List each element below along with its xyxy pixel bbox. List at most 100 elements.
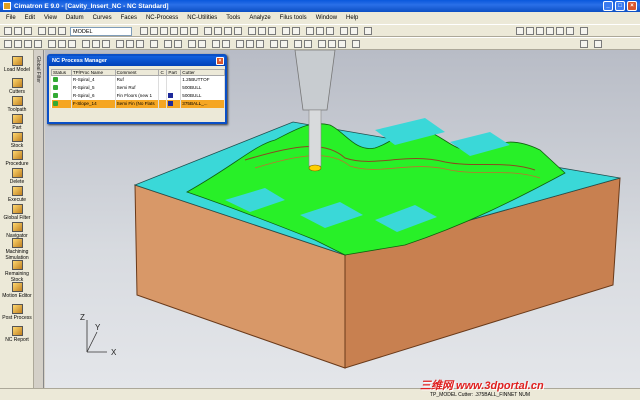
layer-icon[interactable] [38, 27, 46, 35]
toolpath-sim-icon[interactable] [212, 40, 220, 48]
menu-faces[interactable]: Faces [121, 15, 137, 21]
filter-icon[interactable] [150, 27, 158, 35]
tool-load-model[interactable]: Load Model [0, 56, 34, 73]
model-combo[interactable]: MODEL [70, 27, 132, 36]
shade-icon[interactable] [248, 27, 256, 35]
grid-icon[interactable] [546, 27, 554, 35]
offset-icon[interactable] [68, 40, 76, 48]
maximize-button[interactable]: □ [615, 1, 625, 11]
cursor-icon[interactable] [526, 27, 534, 35]
color-icon[interactable] [48, 27, 56, 35]
undo-icon[interactable] [340, 27, 348, 35]
surface-icon[interactable] [58, 40, 66, 48]
pick-icon[interactable] [160, 27, 168, 35]
view-right-icon[interactable] [234, 27, 242, 35]
view-top-icon[interactable] [214, 27, 222, 35]
view-front-icon[interactable] [224, 27, 232, 35]
table-row[interactable]: R-Spiral_4 Ruf 1.25BUTTOF [51, 75, 225, 84]
select-icon[interactable] [140, 27, 148, 35]
tool-execute[interactable]: Execute [0, 186, 34, 203]
tool-motion-editor[interactable]: Motion Editor [0, 282, 34, 299]
global-filter-tab[interactable]: Global Filter [34, 50, 44, 388]
table-row[interactable]: R-Spiral_6 Fin Floors (new 1 500BULL [51, 91, 225, 100]
copy-icon[interactable] [126, 40, 134, 48]
toolpath-check-icon[interactable] [222, 40, 230, 48]
open-file-icon[interactable] [14, 27, 22, 35]
extend-icon[interactable] [92, 40, 100, 48]
zoom-window-icon[interactable] [170, 27, 178, 35]
execute-icon[interactable] [270, 40, 278, 48]
save-icon[interactable] [24, 27, 32, 35]
redo-icon[interactable] [350, 27, 358, 35]
move-icon[interactable] [116, 40, 124, 48]
new-file-icon[interactable] [4, 27, 12, 35]
face-icon[interactable] [48, 40, 56, 48]
menu-curves[interactable]: Curves [93, 15, 112, 21]
table-row[interactable]: R-Spiral_5 Semi Ruf 500BULL [51, 83, 225, 92]
navigator-icon[interactable] [304, 40, 312, 48]
tool-navigator[interactable]: Navigator [0, 222, 34, 239]
tool-machining-simulation[interactable]: Machining Simulation [0, 238, 34, 261]
point-icon[interactable] [4, 40, 12, 48]
zoom-icon[interactable] [292, 27, 300, 35]
tool-procedure[interactable]: Procedure [0, 150, 34, 167]
minimize-button[interactable]: _ [603, 1, 613, 11]
tool-part[interactable]: Part [0, 114, 34, 131]
analysis-icon[interactable] [316, 27, 324, 35]
blend-icon[interactable] [102, 40, 110, 48]
menu-view[interactable]: View [44, 15, 57, 21]
menu-filus-tools[interactable]: Filus tools [280, 15, 307, 21]
spline-icon[interactable] [34, 40, 42, 48]
preferences-icon[interactable] [566, 27, 574, 35]
menu-window[interactable]: Window [316, 15, 337, 21]
tool-remaining-stock[interactable]: Remaining Stock [0, 260, 34, 283]
menu-nc-process[interactable]: NC-Process [146, 15, 178, 21]
fit-icon[interactable] [282, 27, 290, 35]
tool-post-process[interactable]: Post Process [0, 304, 34, 321]
stock-icon[interactable] [236, 40, 244, 48]
menu-analyze[interactable]: Analyze [249, 15, 270, 21]
render-icon[interactable] [364, 27, 372, 35]
tool-delete[interactable]: Delete [0, 168, 34, 185]
tool-stock[interactable]: Stock [0, 132, 34, 149]
filter-toggle-icon[interactable] [318, 40, 326, 48]
tool-nc-report[interactable]: NC Report [0, 326, 34, 343]
group-icon[interactable] [188, 40, 196, 48]
tool-global-filter[interactable]: Global Filter [0, 204, 34, 221]
snap-icon[interactable] [536, 27, 544, 35]
arc-icon[interactable] [24, 40, 32, 48]
procedure-icon[interactable] [256, 40, 264, 48]
ncpm-close-button[interactable]: × [216, 57, 224, 65]
table-row-selected[interactable]: F-Slope_14 Semi Fin (No Flats 375BALL_..… [51, 99, 225, 108]
rotate-icon[interactable] [190, 27, 198, 35]
menu-tools[interactable]: Tools [226, 15, 240, 21]
attribute-icon[interactable] [338, 40, 346, 48]
pan-icon[interactable] [180, 27, 188, 35]
tool-cutters[interactable]: Cutters [0, 78, 34, 95]
cutter-icon[interactable] [246, 40, 254, 48]
mirror-icon[interactable] [136, 40, 144, 48]
hide-icon[interactable] [174, 40, 182, 48]
ungroup-icon[interactable] [198, 40, 206, 48]
menu-file[interactable]: File [6, 15, 16, 21]
trim-icon[interactable] [82, 40, 90, 48]
menu-help[interactable]: Help [346, 15, 358, 21]
show-icon[interactable] [164, 40, 172, 48]
hidden-line-icon[interactable] [268, 27, 276, 35]
section-icon[interactable] [326, 27, 334, 35]
view-iso-icon[interactable] [204, 27, 212, 35]
close-button[interactable]: × [627, 1, 637, 11]
visibility-icon[interactable] [58, 27, 66, 35]
post-icon[interactable] [280, 40, 288, 48]
tool-toolpath[interactable]: Toolpath [0, 96, 34, 113]
line-icon[interactable] [14, 40, 22, 48]
dropdown-icon[interactable] [352, 40, 360, 48]
menu-datum[interactable]: Datum [66, 15, 84, 21]
ncpm-title-bar[interactable]: NC Process Manager × [49, 56, 225, 66]
ucs-icon[interactable] [556, 27, 564, 35]
measure-icon[interactable] [306, 27, 314, 35]
menu-nc-utilities[interactable]: NC-Utilities [187, 15, 217, 21]
color-picker-icon[interactable] [580, 40, 588, 48]
wireframe-icon[interactable] [258, 27, 266, 35]
delete-entity-icon[interactable] [150, 40, 158, 48]
